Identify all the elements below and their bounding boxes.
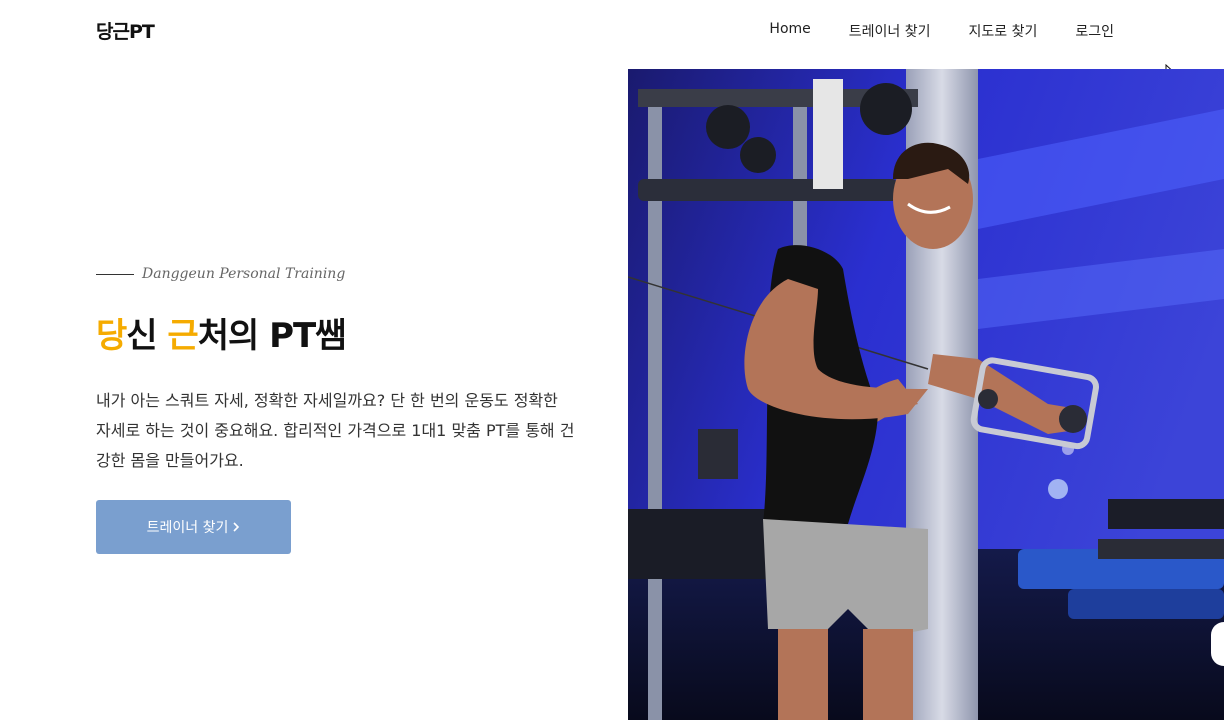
headline-accent-2: 근 bbox=[167, 316, 198, 356]
headline-text-2: 처의 PT쌤 bbox=[197, 316, 347, 356]
nav-map[interactable]: 지도로 찾기 bbox=[969, 21, 1038, 41]
hero-text: Danggeun Personal Training 당신 근처의 PT쌤 내가… bbox=[96, 0, 596, 720]
chevron-right-icon bbox=[233, 522, 240, 532]
find-trainer-button-label: 트레이너 찾기 bbox=[146, 520, 229, 536]
hero-headline: 당신 근처의 PT쌤 bbox=[96, 308, 347, 357]
nav-find-trainer[interactable]: 트레이너 찾기 bbox=[849, 21, 931, 41]
eyebrow-text: Danggeun Personal Training bbox=[142, 266, 346, 282]
nav-login[interactable]: 로그인 bbox=[1075, 21, 1114, 41]
headline-text-1: 신 bbox=[126, 316, 168, 356]
find-trainer-button[interactable]: 트레이너 찾기 bbox=[96, 500, 291, 554]
hero-image bbox=[628, 69, 1224, 720]
headline-accent-1: 당 bbox=[96, 316, 127, 356]
hero-description: 내가 아는 스쿼트 자세, 정확한 자세일까요? 단 한 번의 운동도 정확한 … bbox=[96, 391, 575, 470]
main-nav: Home 트레이너 찾기 지도로 찾기 로그인 bbox=[769, 21, 1114, 41]
scroll-indicator[interactable] bbox=[1211, 622, 1224, 666]
eyebrow-line bbox=[96, 273, 134, 275]
nav-home[interactable]: Home bbox=[769, 21, 810, 41]
eyebrow: Danggeun Personal Training bbox=[96, 266, 345, 282]
gym-photo bbox=[628, 69, 1224, 720]
